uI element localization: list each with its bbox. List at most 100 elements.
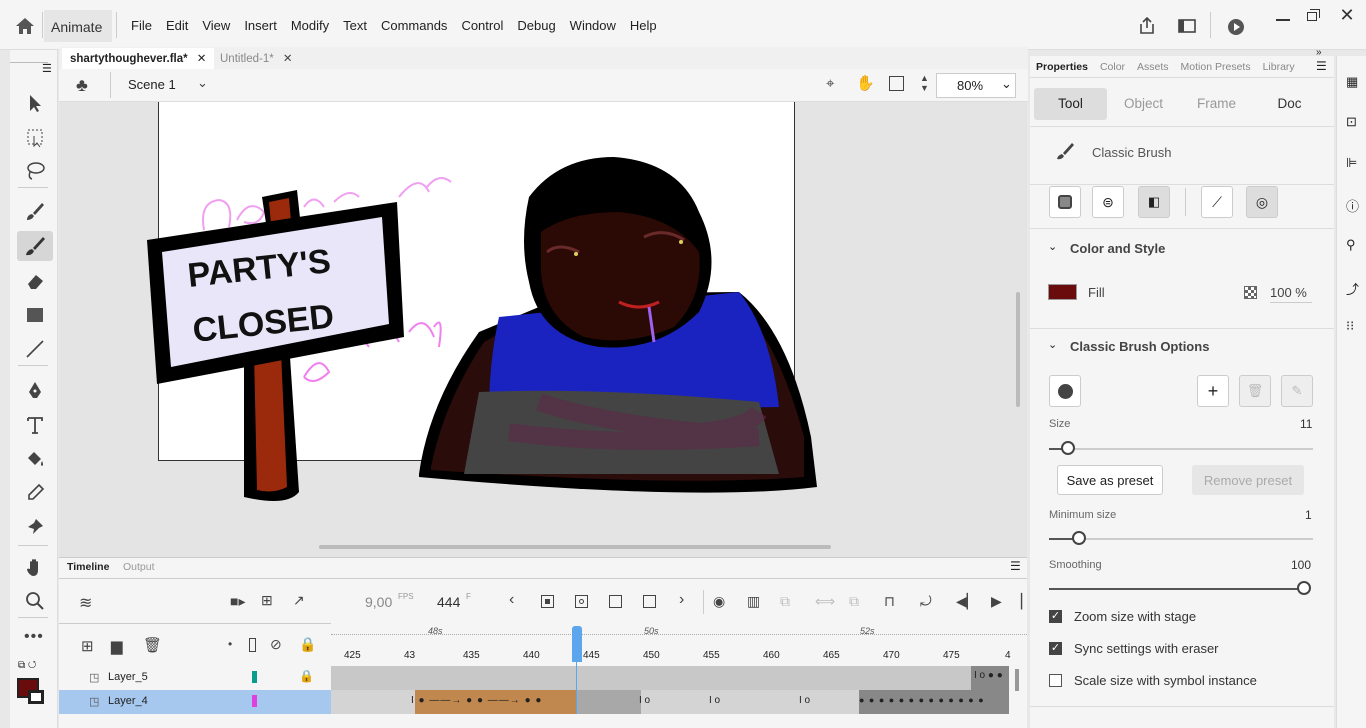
layer-color-swatch[interactable] (252, 695, 257, 707)
timeline-scrollbar[interactable] (1015, 669, 1019, 691)
chevron-down-icon[interactable]: ⌄ (1048, 338, 1057, 351)
menu-debug[interactable]: Debug (510, 18, 562, 33)
panel-menu-icon[interactable]: ☰ (1316, 59, 1327, 73)
brush-shape-button[interactable] (1049, 375, 1081, 407)
home-icon[interactable] (14, 16, 36, 36)
tab-library[interactable]: Library (1257, 61, 1301, 73)
menu-view[interactable]: View (195, 18, 237, 33)
line-tool-icon[interactable] (24, 338, 46, 360)
fps-value[interactable]: 9,00 (365, 594, 392, 610)
lock-layers-icon[interactable]: 🔒 (299, 636, 316, 653)
paint-brush-icon[interactable] (24, 200, 46, 222)
frame-row[interactable]: I o ● ● (331, 666, 1009, 690)
hide-layers-icon[interactable]: ⊘ (270, 636, 282, 653)
menu-window[interactable]: Window (563, 18, 623, 33)
chevron-down-icon[interactable]: ⌄ (1048, 240, 1057, 253)
scale-size-checkbox[interactable] (1049, 674, 1062, 687)
fill-color-swatch[interactable] (28, 690, 44, 704)
lock-fill-button[interactable]: ◧ (1138, 186, 1170, 218)
prev-keyframe-icon[interactable]: ‹ (509, 591, 514, 609)
pin-tool-icon[interactable] (24, 516, 46, 538)
free-transform-icon[interactable] (24, 126, 46, 148)
more-tools-icon[interactable]: ••• (24, 628, 44, 646)
transform-icon[interactable]: ⊡ (1346, 114, 1357, 130)
sync-eraser-checkbox[interactable]: ✓ (1049, 642, 1062, 655)
tools-menu-icon[interactable]: ☰ (42, 62, 52, 75)
frame-picker-icon[interactable]: ⁝⁝ (1346, 318, 1354, 334)
frame-span-icon[interactable]: ⊓ (884, 593, 895, 610)
lock-icon[interactable]: 🔒 (299, 669, 314, 683)
layer-row[interactable]: ◳ Layer_5 🔒 (59, 666, 331, 690)
eyedropper-icon[interactable] (24, 482, 46, 504)
size-value[interactable]: 11 (1300, 417, 1312, 431)
segment-frame[interactable]: Frame (1180, 88, 1253, 120)
layer-row-selected[interactable]: ◳ Layer_4 (59, 690, 331, 714)
brush-mode-button[interactable]: ⊜ (1092, 186, 1124, 218)
layer-name[interactable]: Layer_5 (108, 671, 148, 683)
fill-color-swatch[interactable] (1048, 284, 1077, 300)
segment-object[interactable]: Object (1107, 88, 1180, 120)
size-slider-knob[interactable] (1061, 441, 1075, 455)
blank-keyframe-icon[interactable] (575, 595, 588, 608)
layer-name[interactable]: Layer_4 (108, 695, 148, 707)
smoothing-value[interactable]: 100 (1291, 558, 1311, 572)
frame-row[interactable]: I ● ——→ ● ● ——→ ● ● I o I o I o ● ● ● ● … (331, 690, 1009, 714)
highlight-icon[interactable]: • (228, 637, 232, 651)
segment-doc[interactable]: Doc (1253, 88, 1326, 120)
brush-options-section[interactable]: Classic Brush Options (1070, 339, 1209, 354)
new-layer-icon[interactable]: ⊞ (81, 637, 94, 655)
eraser-tool-icon[interactable] (24, 270, 46, 292)
smoothing-slider-knob[interactable] (1297, 581, 1311, 595)
rotate-stage-icon[interactable]: ✋ (856, 74, 875, 92)
menu-commands[interactable]: Commands (374, 18, 454, 33)
edit-symbols-icon[interactable]: ♣ (76, 75, 88, 96)
menu-insert[interactable]: Insert (237, 18, 284, 33)
swatches-icon[interactable]: ▦ (1346, 74, 1358, 90)
color-style-section[interactable]: Color and Style (1070, 241, 1165, 256)
screen-mode-icon[interactable] (1178, 19, 1196, 33)
fill-alpha[interactable]: 100 % (1270, 285, 1307, 300)
tab-untitled-1[interactable]: Untitled-1* ✕ (212, 48, 301, 69)
pressure-button[interactable]: ◎ (1246, 186, 1278, 218)
playhead[interactable] (572, 626, 582, 662)
magic-button[interactable]: ⟋ (1201, 186, 1233, 218)
tab-shartythoughever[interactable]: shartythoughever.fla* ✕ (62, 48, 215, 69)
tab-color[interactable]: Color (1094, 61, 1131, 73)
restore-button[interactable] (1298, 9, 1328, 25)
pen-tool-icon[interactable] (24, 380, 46, 402)
motion-editor-icon[interactable]: ⤴ (1346, 279, 1359, 298)
camera-icon[interactable]: ■▸ (230, 593, 245, 610)
edit-multiple-frames-icon[interactable]: ▥ (747, 593, 760, 610)
align-icon[interactable]: ⊫ (1346, 155, 1357, 171)
menu-modify[interactable]: Modify (284, 18, 336, 33)
smoothing-slider-track[interactable] (1049, 588, 1305, 590)
layer-parenting-icon[interactable]: ⊞ (261, 592, 273, 609)
min-size-value[interactable]: 1 (1305, 508, 1312, 522)
menu-file[interactable]: File (124, 18, 159, 33)
size-slider-track[interactable] (1049, 448, 1313, 450)
layer-color-swatch[interactable] (252, 671, 257, 683)
components-icon[interactable]: ⚲ (1346, 237, 1356, 253)
close-tab-icon[interactable]: ✕ (283, 53, 293, 65)
tab-output[interactable]: Output (123, 561, 155, 573)
tab-motion-presets[interactable]: Motion Presets (1175, 61, 1257, 73)
artwork-canvas[interactable]: PARTY'S CLOSED (59, 102, 1027, 557)
new-folder-icon[interactable]: ▆ (111, 637, 123, 655)
min-size-slider-knob[interactable] (1072, 531, 1086, 545)
remove-frame-icon[interactable] (643, 595, 656, 608)
step-back-icon[interactable]: ◀▏ (956, 593, 978, 610)
test-movie-icon[interactable] (1227, 18, 1245, 36)
insert-keyframe-icon[interactable] (541, 595, 554, 608)
min-size-slider-track[interactable] (1049, 538, 1313, 540)
text-tool-icon[interactable] (24, 414, 46, 436)
add-brush-button[interactable]: + (1197, 375, 1229, 407)
loop-icon[interactable]: ⤾ (920, 593, 932, 610)
menu-control[interactable]: Control (454, 18, 510, 33)
snap-icon[interactable]: ⌖ (826, 75, 834, 92)
chevron-down-icon[interactable]: ⌄ (197, 75, 208, 91)
swap-colors-icon[interactable]: ⧉ ↺ (18, 660, 36, 671)
play-icon[interactable]: ▶ (991, 593, 1002, 610)
zoom-dropdown[interactable]: 80% ⌄ (936, 73, 1016, 98)
classic-brush-tool[interactable] (17, 231, 53, 261)
paint-bucket-icon[interactable] (24, 448, 46, 470)
